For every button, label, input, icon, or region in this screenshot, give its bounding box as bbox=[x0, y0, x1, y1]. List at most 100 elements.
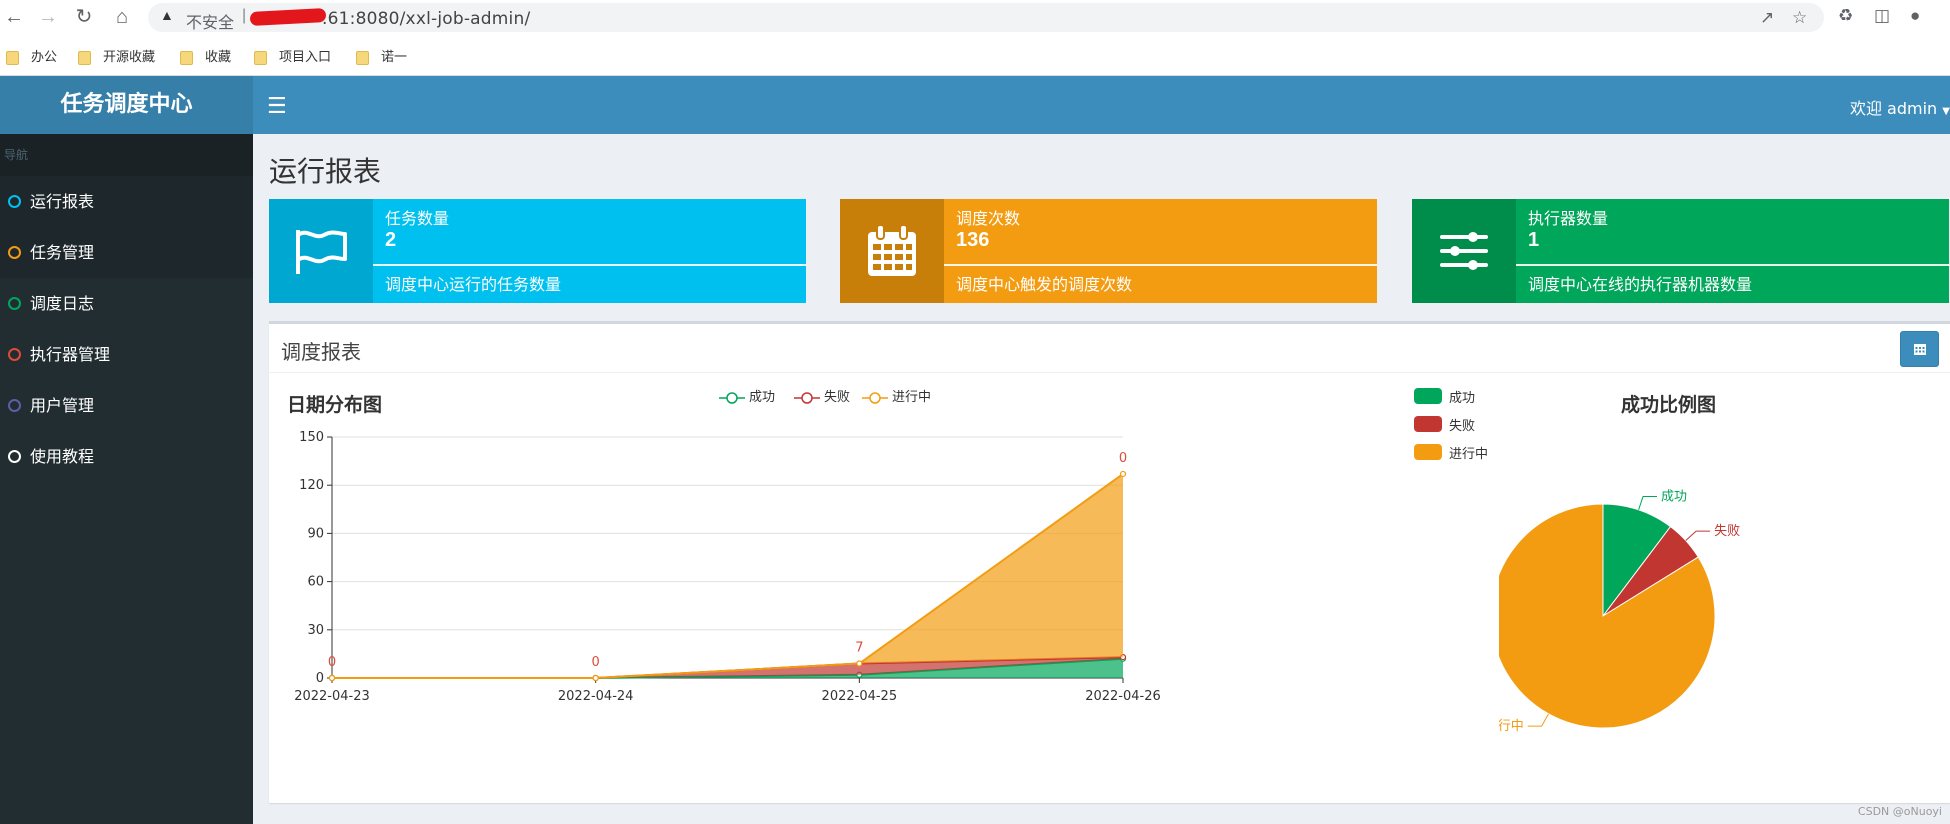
legend-item[interactable]: 成功 bbox=[719, 386, 775, 405]
side-panel-icon[interactable]: ◫ bbox=[1874, 6, 1890, 26]
nav-header: 导航 bbox=[0, 134, 253, 176]
legend-item[interactable]: 进行中 bbox=[862, 386, 931, 405]
flag-icon bbox=[269, 199, 373, 303]
folder-icon bbox=[6, 50, 19, 65]
infobox-tasks: 任务数量 2 调度中心运行的任务数量 bbox=[269, 199, 806, 303]
user-menu[interactable]: 欢迎 admin ▼ bbox=[1850, 95, 1950, 119]
separator: | bbox=[242, 7, 247, 24]
extensions-icon[interactable]: ♻ bbox=[1838, 6, 1853, 26]
address-bar[interactable]: ▲ 不安全 | .61:8080/xxl-job-admin/ ↗ ☆ bbox=[148, 3, 1824, 32]
pie-label-line bbox=[1685, 530, 1711, 541]
legend-item[interactable]: 失败 bbox=[794, 386, 850, 405]
sidebar-item-report[interactable]: 运行报表 bbox=[0, 176, 253, 227]
pie-label: 失败 bbox=[1714, 524, 1740, 539]
sidebar-item-users[interactable]: 用户管理 bbox=[0, 380, 253, 431]
infobox-desc: 调度中心触发的调度次数 bbox=[956, 275, 1133, 294]
menu-toggle-icon[interactable]: ☰ bbox=[267, 93, 287, 119]
sidebar-item-help[interactable]: 使用教程 bbox=[0, 431, 253, 482]
infobox-label: 调度次数 bbox=[956, 209, 1021, 228]
legend-marker bbox=[794, 391, 820, 404]
success-ratio-chart: 成功失败进行中 bbox=[1499, 490, 1740, 734]
circle-icon bbox=[8, 348, 21, 361]
legend-label: 成功 bbox=[749, 390, 776, 405]
watermark: CSDN @oNuoyi bbox=[1857, 805, 1942, 818]
infobox-divider bbox=[944, 264, 1377, 266]
sidebar-item-label: 调度日志 bbox=[30, 294, 95, 313]
legend-label: 失败 bbox=[824, 390, 851, 405]
y-tick-label: 30 bbox=[307, 623, 324, 638]
folder-icon bbox=[180, 50, 193, 65]
folder-icon bbox=[254, 50, 267, 65]
home-icon[interactable]: ⌂ bbox=[108, 3, 136, 31]
bookmark-item[interactable]: 办公 bbox=[6, 46, 57, 66]
infobox-value: 136 bbox=[956, 229, 990, 251]
sidebar-item-executors[interactable]: 执行器管理 bbox=[0, 329, 253, 380]
browser-chrome: ← → ↻ ⌂ ▲ 不安全 | .61:8080/xxl-job-admin/ … bbox=[0, 0, 1950, 76]
pie-label-line bbox=[1527, 713, 1549, 727]
legend-marker bbox=[862, 391, 888, 404]
calendar-icon bbox=[840, 199, 944, 303]
infobox-value: 1 bbox=[1528, 229, 1540, 251]
bookmark-item[interactable]: 诺一 bbox=[356, 46, 407, 66]
box-divider bbox=[269, 372, 1950, 373]
data-label: 0 bbox=[328, 655, 336, 670]
sidebar: 导航 运行报表 任务管理 调度日志 执行器管理 用户管理 使用教程 bbox=[0, 134, 253, 824]
y-tick-label: 120 bbox=[299, 478, 324, 493]
legend-swatch bbox=[1414, 416, 1442, 432]
pie-chart-title: 成功比例图 bbox=[1621, 394, 1717, 416]
infobox-value: 2 bbox=[385, 229, 397, 251]
sliders-icon bbox=[1412, 199, 1516, 303]
sidebar-item-label: 用户管理 bbox=[30, 396, 95, 415]
circle-icon bbox=[8, 195, 21, 208]
infobox-triggers: 调度次数 136 调度中心触发的调度次数 bbox=[840, 199, 1377, 303]
bookmark-item[interactable]: 开源收藏 bbox=[78, 46, 155, 66]
url-text: .61:8080/xxl-job-admin/ bbox=[322, 9, 531, 29]
legend-label: 进行中 bbox=[892, 390, 932, 405]
pie-label: 进行中 bbox=[1499, 719, 1524, 734]
star-icon[interactable]: ☆ bbox=[1792, 8, 1807, 28]
reload-icon[interactable]: ↻ bbox=[70, 3, 98, 31]
date-range-button[interactable] bbox=[1900, 331, 1939, 367]
infobox-divider bbox=[373, 264, 806, 266]
sidebar-item-label: 任务管理 bbox=[30, 243, 95, 262]
legend-label[interactable]: 失败 bbox=[1449, 415, 1475, 434]
date-distribution-chart: 0 30 60 90 120 150 2022-04-23 2022-04-24 2022-04… bbox=[294, 430, 1161, 704]
circle-icon bbox=[8, 450, 21, 463]
x-tick-label: 2022-04-24 bbox=[558, 689, 634, 704]
data-point bbox=[592, 674, 599, 682]
brand-logo[interactable]: 任务调度中心 bbox=[0, 76, 253, 134]
sidebar-item-label: 使用教程 bbox=[30, 447, 95, 466]
y-tick-label: 0 bbox=[316, 671, 324, 686]
series-area bbox=[332, 473, 1123, 678]
bookmark-item[interactable]: 收藏 bbox=[180, 46, 231, 66]
calendar-icon bbox=[1913, 344, 1926, 355]
legend-label[interactable]: 进行中 bbox=[1449, 443, 1488, 462]
sidebar-item-jobs[interactable]: 任务管理 bbox=[0, 227, 253, 278]
profile-icon[interactable]: ● bbox=[1910, 6, 1920, 26]
legend-label[interactable]: 成功 bbox=[1449, 387, 1475, 406]
y-tick-label: 90 bbox=[307, 526, 324, 541]
infobox-label: 任务数量 bbox=[385, 209, 450, 228]
forward-icon[interactable]: → bbox=[34, 3, 62, 31]
legend-swatch bbox=[1414, 444, 1442, 460]
x-tick-label: 2022-04-25 bbox=[822, 689, 898, 704]
bookmarks-bar: 办公 开源收藏 收藏 项目入口 诺一 bbox=[0, 42, 1950, 68]
bookmark-item[interactable]: 项目入口 bbox=[254, 46, 331, 66]
sidebar-item-logs[interactable]: 调度日志 bbox=[0, 278, 253, 329]
insecure-label: 不安全 bbox=[186, 13, 235, 32]
folder-icon bbox=[78, 50, 91, 65]
y-tick-label: 60 bbox=[307, 575, 324, 590]
x-tick-label: 2022-04-23 bbox=[294, 689, 370, 704]
caret-down-icon: ▼ bbox=[1942, 106, 1950, 117]
legend-swatch bbox=[1414, 388, 1442, 404]
y-tick-label: 150 bbox=[299, 430, 324, 445]
report-panel: 调度报表 日期分布图 成功 失败 进行中 0 30 60 90 120 150 2022-04-… bbox=[269, 321, 1950, 803]
data-label: 0 bbox=[592, 655, 600, 670]
share-icon[interactable]: ↗ bbox=[1760, 8, 1774, 28]
welcome-text: 欢迎 admin bbox=[1849, 99, 1938, 118]
infobox-executors: 执行器数量 1 调度中心在线的执行器机器数量 bbox=[1412, 199, 1949, 303]
back-icon[interactable]: ← bbox=[0, 3, 28, 31]
report-title: 调度报表 bbox=[281, 340, 361, 364]
infobox-desc: 调度中心运行的任务数量 bbox=[385, 275, 562, 294]
data-label: 0 bbox=[1119, 451, 1127, 466]
